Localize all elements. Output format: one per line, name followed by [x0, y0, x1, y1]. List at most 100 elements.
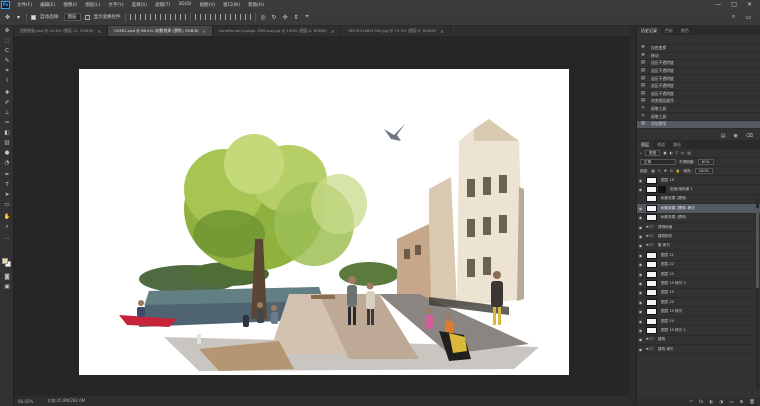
document-tab[interactable]: LaneNursery.Lodge.-PMS-bar.jpg @ 100% (图…: [213, 26, 342, 36]
layer-row[interactable]: ◉ ▸▭ 建筑 拷贝: [637, 345, 760, 355]
3d-mode-pan-icon[interactable]: ✣: [282, 14, 289, 21]
new-document-icon[interactable]: ▤: [721, 133, 726, 139]
layer-row[interactable]: ◉ 树影效果 (透明) 拷贝: [637, 204, 760, 214]
visibility-eye-icon[interactable]: ◉: [637, 243, 644, 248]
document-tab[interactable]: 76078314851765.jpg @ 71.3% (图层 0, RGB/8)…: [341, 26, 451, 36]
menu-item[interactable]: 图层(L): [81, 2, 104, 8]
visibility-eye-icon[interactable]: ◉: [637, 253, 644, 258]
history-step[interactable]: ✎ 画笔工具: [637, 113, 760, 121]
layer-row[interactable]: ◉ ▸▭ 透视地面: [637, 223, 760, 233]
visibility-eye-icon[interactable]: ◉: [637, 281, 644, 286]
marquee-tool-icon[interactable]: ⬚: [3, 38, 11, 45]
visibility-eye-icon[interactable]: ◉: [637, 272, 644, 277]
brush-tool-icon[interactable]: ✐: [3, 100, 11, 107]
distribute-hcenter-icon[interactable]: [234, 14, 241, 20]
fill-input[interactable]: 100%: [694, 168, 714, 174]
history-tab[interactable]: 颜色: [677, 27, 693, 35]
layer-row[interactable]: ◉ 图层 22: [637, 261, 760, 270]
3d-mode-orbit-icon[interactable]: ◎: [260, 14, 267, 21]
layer-row[interactable]: ◉ ▸▭ 集 拷贝: [637, 242, 760, 252]
align-bottom-icon[interactable]: [149, 14, 156, 20]
layer-row[interactable]: ◉ 图层 19 拷贝: [637, 307, 760, 317]
quick-mask-icon[interactable]: ◙: [3, 274, 11, 281]
document-tab[interactable]: OVER1.psd @ 66.4% (树影效果 (透明), RGB/8) ×: [107, 26, 213, 36]
shape-tool-icon[interactable]: ▭: [3, 202, 11, 209]
history-step[interactable]: ▤ 选区不透明度: [637, 83, 760, 91]
visibility-eye-icon[interactable]: ◉: [637, 300, 644, 305]
lock-position-icon[interactable]: ✥: [664, 169, 667, 173]
visibility-eye-icon[interactable]: ◉: [637, 187, 644, 192]
align-top-icon[interactable]: [129, 14, 136, 20]
history-step[interactable]: ✥ 自由变换: [637, 45, 760, 53]
close-tab-icon[interactable]: ×: [98, 29, 101, 34]
lock-artboard-icon[interactable]: ⊡: [670, 169, 673, 173]
fx-icon[interactable]: fx: [699, 400, 703, 405]
adjustment-layer-icon[interactable]: ◑: [719, 400, 723, 405]
distribute-vcenter-icon[interactable]: [204, 14, 211, 20]
eraser-tool-icon[interactable]: ◧: [3, 130, 11, 137]
distribute-left-icon[interactable]: [224, 14, 231, 20]
delete-layer-icon[interactable]: 🗑: [749, 400, 755, 405]
visibility-eye-icon[interactable]: ◉: [637, 206, 644, 211]
layer-row[interactable]: ◉ 图层 21: [637, 251, 760, 261]
menu-item[interactable]: 文字(Y): [104, 2, 127, 8]
layer-row[interactable]: ◉ ▸▭ 建筑配件: [637, 232, 760, 242]
menu-item[interactable]: 图像(I): [59, 2, 81, 8]
photoshop-logo-icon[interactable]: Ps: [1, 0, 10, 9]
foreground-color-swatch[interactable]: [2, 258, 8, 264]
layer-kind-dropdown[interactable]: 类型: [645, 150, 661, 156]
layers-scroll-thumb[interactable]: [756, 208, 759, 288]
visibility-eye-icon[interactable]: ◉: [637, 337, 644, 342]
minimize-button[interactable]: —: [715, 1, 721, 8]
tool-preset-chevron-icon[interactable]: ▾: [15, 14, 22, 21]
clone-stamp-tool-icon[interactable]: ⊥: [3, 110, 11, 117]
filter-pixel-icon[interactable]: ▣: [663, 151, 666, 155]
trash-icon[interactable]: ⌫: [746, 133, 753, 139]
lock-paint-icon[interactable]: ✎: [658, 169, 661, 173]
document-canvas[interactable]: [79, 69, 569, 375]
layer-row[interactable]: ◉ 图层 20: [637, 298, 760, 308]
menu-item[interactable]: 窗口(W): [219, 2, 244, 8]
blend-mode-dropdown[interactable]: 正常: [640, 159, 676, 165]
filter-shape-icon[interactable]: ▭: [681, 151, 684, 155]
history-step[interactable]: ▤ 选区不透明度: [637, 60, 760, 68]
zoom-tool-icon[interactable]: ⌕: [3, 224, 11, 231]
gradient-tool-icon[interactable]: ▥: [3, 140, 11, 147]
zoom-level[interactable]: 66.42%: [18, 399, 33, 404]
search-icon[interactable]: ⌕: [730, 13, 737, 21]
filter-type-icon[interactable]: T: [676, 151, 678, 155]
close-button[interactable]: ✕: [747, 1, 752, 8]
opacity-input[interactable]: 61%: [697, 159, 714, 165]
layers-scrollbar[interactable]: [756, 198, 759, 388]
pen-tool-icon[interactable]: ✒: [3, 172, 11, 179]
align-hcenter-icon[interactable]: [169, 14, 176, 20]
close-tab-icon[interactable]: ×: [331, 29, 334, 34]
history-step[interactable]: ✥ 移动: [637, 53, 760, 61]
visibility-eye-icon[interactable]: ◉: [637, 234, 644, 239]
visibility-eye-icon[interactable]: ◉: [637, 215, 644, 220]
layer-row[interactable]: ◉ 图层 23: [637, 270, 760, 280]
new-group-icon[interactable]: ▭: [729, 400, 733, 405]
canvas-workspace[interactable]: [14, 36, 630, 396]
eyedropper-tool-icon[interactable]: ⌇: [3, 78, 11, 85]
layer-row[interactable]: ◉ 图层 19: [637, 289, 760, 299]
dodge-tool-icon[interactable]: ◔: [3, 160, 11, 167]
menu-item[interactable]: 视图(V): [196, 2, 220, 8]
history-snapshot[interactable]: [637, 35, 760, 45]
filter-smart-icon[interactable]: ▤: [687, 151, 690, 155]
lasso-tool-icon[interactable]: ᑕ: [3, 48, 11, 55]
lock-pixels-icon[interactable]: ▦: [651, 169, 654, 173]
layer-row[interactable]: ◉ 图层 19 拷贝 2: [637, 326, 760, 336]
history-step[interactable]: ▤ 选区不透明度: [637, 75, 760, 83]
menu-item[interactable]: 编辑(E): [36, 2, 59, 8]
document-tab[interactable]: 透视拼贴.psd @ 20.6% (图层 12, RGB/8) ×: [14, 26, 108, 36]
crop-tool-icon[interactable]: ⌗: [3, 68, 11, 75]
distribute-bottom-icon[interactable]: [214, 14, 221, 20]
add-mask-icon[interactable]: ◐: [709, 400, 713, 405]
type-tool-icon[interactable]: T: [3, 182, 11, 189]
distribute-top-icon[interactable]: [194, 14, 201, 20]
hand-tool-icon[interactable]: ✋: [3, 214, 11, 221]
layers-tab[interactable]: 图层: [637, 141, 653, 149]
layer-row[interactable]: 树影效果 (透明): [637, 195, 760, 205]
layer-row[interactable]: ◉ ▸▭ 建筑: [637, 336, 760, 346]
